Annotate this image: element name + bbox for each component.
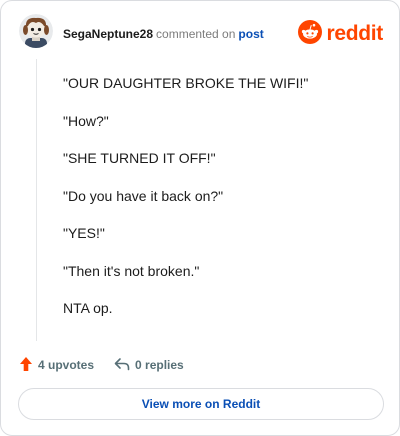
user-avatar[interactable] bbox=[19, 14, 53, 48]
post-link[interactable]: post bbox=[238, 27, 263, 41]
thread-line bbox=[36, 59, 37, 341]
embed-card: SegaNeptune28 commented on post reddit "… bbox=[0, 0, 400, 436]
comment-line: "How?" bbox=[63, 112, 109, 129]
upvote-count: 4 upvotes bbox=[38, 358, 95, 372]
reddit-snoo-icon bbox=[298, 19, 323, 49]
reddit-logo[interactable]: reddit bbox=[298, 19, 383, 49]
action-text: commented on bbox=[156, 27, 236, 41]
comment-actions: 4 upvotes 0 replies bbox=[19, 355, 184, 375]
reddit-wordmark: reddit bbox=[326, 22, 383, 45]
comment-line: "OUR DAUGHTER BROKE THE WIFI!" bbox=[63, 75, 309, 91]
reply-count: 0 replies bbox=[135, 358, 184, 372]
reply-button[interactable]: 0 replies bbox=[114, 357, 184, 374]
username[interactable]: SegaNeptune28 bbox=[63, 27, 153, 41]
comment-line: "YES!" bbox=[63, 225, 105, 241]
comment-line: "Do you have it back on?" bbox=[63, 187, 224, 204]
comment-body: "OUR DAUGHTER BROKE THE WIFI!" "How?" "S… bbox=[63, 73, 379, 336]
view-more-button[interactable]: View more on Reddit bbox=[18, 388, 384, 420]
comment-line: "Then it's not broken." bbox=[63, 262, 200, 279]
comment-line: "SHE TURNED IT OFF!" bbox=[63, 150, 216, 166]
comment-meta: SegaNeptune28 commented on post bbox=[63, 27, 264, 41]
comment-line: NTA op. bbox=[63, 300, 113, 316]
upvote-button[interactable]: 4 upvotes bbox=[19, 356, 94, 375]
upvote-arrow-icon bbox=[19, 356, 33, 375]
comment-header: SegaNeptune28 commented on post reddit bbox=[19, 14, 383, 54]
reply-arrow-icon bbox=[114, 357, 130, 374]
